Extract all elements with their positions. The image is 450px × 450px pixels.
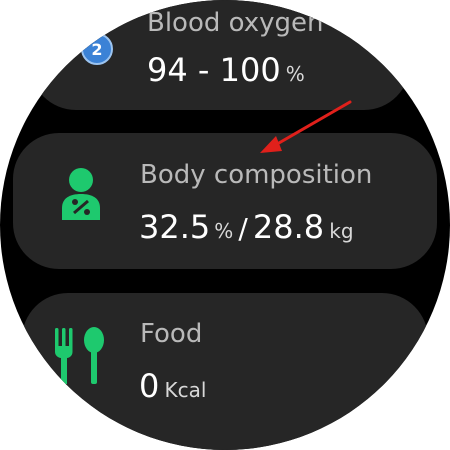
food-calories-unit: Kcal (164, 378, 207, 402)
body-composition-icon (62, 168, 100, 220)
food-icon (55, 327, 104, 384)
food-label: Food (140, 319, 203, 349)
blood-oxygen-unit: % (285, 62, 305, 86)
blood-oxygen-badge-number: 2 (91, 40, 102, 59)
blood-oxygen-range: 94 - 100 (147, 51, 281, 89)
food-calories-value: 0 (139, 367, 160, 405)
muscle-mass-unit: kg (329, 219, 354, 243)
body-fat-unit: % (214, 219, 234, 243)
blood-oxygen-badge-icon: 2 (81, 33, 113, 65)
value-separator: / (238, 212, 248, 245)
muscle-mass-value: 28.8 (252, 208, 325, 246)
watch-screen: 2 Blood oxygen 94 - 100 % Body compositi… (0, 0, 450, 450)
body-composition-label: Body composition (140, 160, 373, 190)
blood-oxygen-value: 94 - 100 % (147, 54, 305, 86)
body-fat-value: 32.5 (139, 208, 211, 246)
blood-oxygen-label: Blood oxygen (147, 8, 324, 38)
body-composition-value: 32.5% / 28.8 kg (139, 211, 354, 243)
food-value: 0 Kcal (139, 370, 206, 402)
red-arrow-icon (260, 100, 352, 153)
